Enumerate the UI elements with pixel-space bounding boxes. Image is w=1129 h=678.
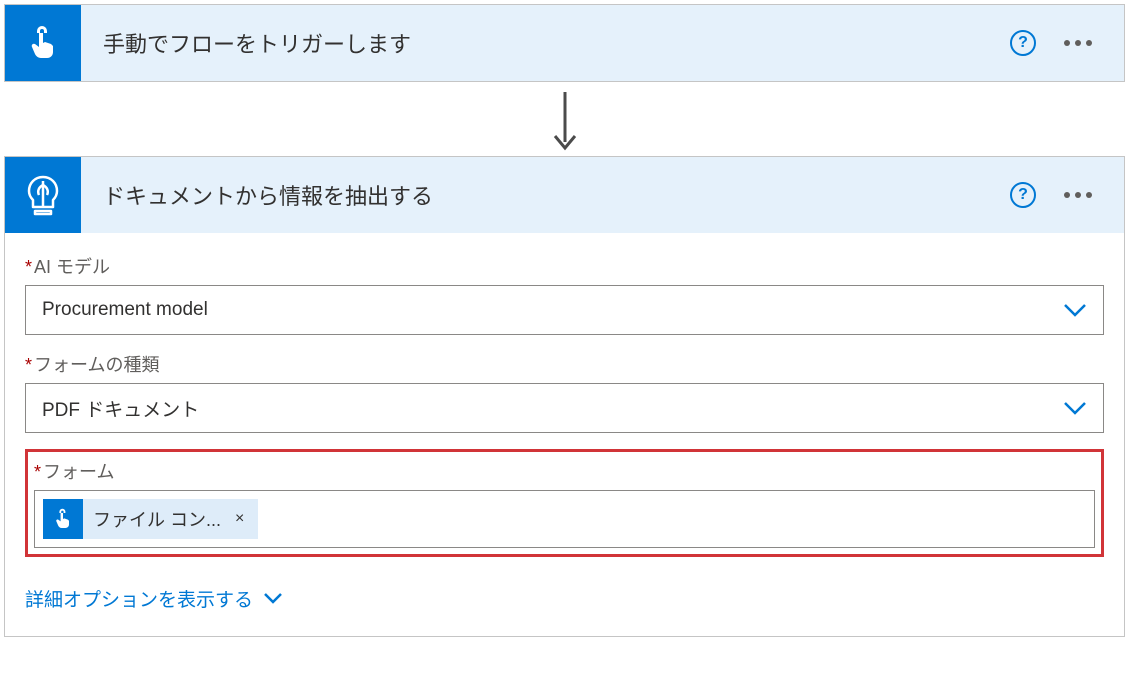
action-body: *AI モデル Procurement model *フォームの種類 PDF ド… bbox=[5, 233, 1124, 636]
arrow-down-icon bbox=[550, 90, 580, 152]
trigger-title: 手動でフローをトリガーします bbox=[81, 27, 1010, 59]
required-mark: * bbox=[34, 462, 41, 482]
action-card: ドキュメントから情報を抽出する ? *AI モデル Procurement mo… bbox=[4, 156, 1125, 637]
ai-model-value: Procurement model bbox=[42, 299, 208, 321]
ai-model-select[interactable]: Procurement model bbox=[25, 285, 1104, 335]
form-type-select[interactable]: PDF ドキュメント bbox=[25, 383, 1104, 433]
flow-arrow bbox=[4, 82, 1125, 156]
chevron-down-icon bbox=[263, 588, 283, 610]
field-ai-model: *AI モデル Procurement model bbox=[25, 253, 1104, 335]
trigger-card: 手動でフローをトリガーします ? bbox=[4, 4, 1125, 82]
field-form-type: *フォームの種類 PDF ドキュメント bbox=[25, 351, 1104, 433]
form-type-label: *フォームの種類 bbox=[25, 351, 1104, 377]
action-connector-icon bbox=[5, 157, 81, 233]
ai-model-label-text: AI モデル bbox=[34, 257, 110, 277]
dynamic-content-token[interactable]: ファイル コン... × bbox=[43, 499, 258, 539]
form-label: *フォーム bbox=[34, 458, 1095, 484]
tap-icon bbox=[23, 23, 63, 63]
show-advanced-options-link[interactable]: 詳細オプションを表示する bbox=[25, 585, 283, 612]
chevron-down-icon bbox=[1063, 401, 1087, 415]
advanced-options-label: 詳細オプションを表示する bbox=[25, 585, 253, 612]
more-menu-icon[interactable] bbox=[1060, 36, 1096, 50]
more-menu-icon[interactable] bbox=[1060, 188, 1096, 202]
required-mark: * bbox=[25, 355, 32, 375]
trigger-header[interactable]: 手動でフローをトリガーします ? bbox=[5, 5, 1124, 81]
token-remove-button[interactable]: × bbox=[231, 510, 248, 528]
tap-icon bbox=[51, 507, 75, 531]
ai-model-label: *AI モデル bbox=[25, 253, 1104, 279]
action-title: ドキュメントから情報を抽出する bbox=[81, 179, 1010, 211]
form-type-value: PDF ドキュメント bbox=[42, 395, 199, 422]
action-header[interactable]: ドキュメントから情報を抽出する ? bbox=[5, 157, 1124, 233]
form-input[interactable]: ファイル コン... × bbox=[34, 490, 1095, 548]
token-connector-icon bbox=[43, 499, 83, 539]
help-icon[interactable]: ? bbox=[1010, 30, 1036, 56]
required-mark: * bbox=[25, 257, 32, 277]
ai-builder-icon bbox=[21, 173, 65, 217]
trigger-connector-icon bbox=[5, 5, 81, 81]
form-type-label-text: フォームの種類 bbox=[34, 355, 159, 375]
form-label-text: フォーム bbox=[43, 462, 114, 482]
chevron-down-icon bbox=[1063, 303, 1087, 317]
token-label: ファイル コン... bbox=[93, 506, 221, 532]
help-icon[interactable]: ? bbox=[1010, 182, 1036, 208]
field-form-highlighted: *フォーム ファイル コン... × bbox=[25, 449, 1104, 557]
